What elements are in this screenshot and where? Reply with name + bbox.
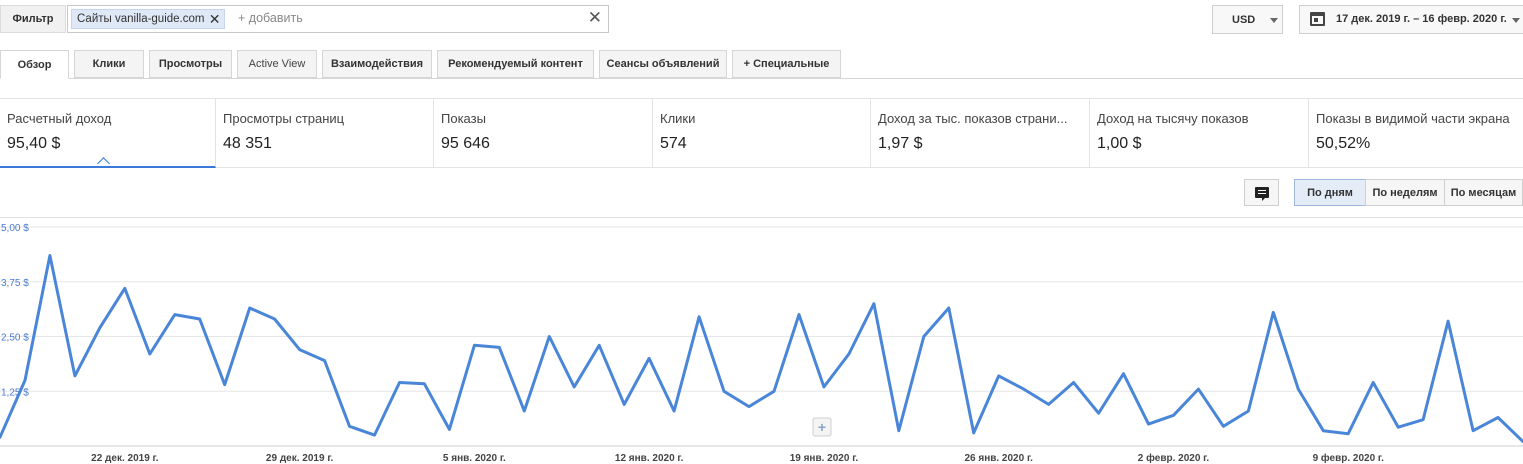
x-tick-label: 26 янв. 2020 г. xyxy=(964,453,1033,464)
tab-active-view[interactable]: Active View xyxy=(237,50,317,78)
granularity-week-button[interactable]: По неделям xyxy=(1365,179,1445,206)
date-range-picker[interactable]: 17 дек. 2019 г. – 16 февр. 2020 г. xyxy=(1299,5,1523,34)
plus-icon: + xyxy=(818,419,826,435)
tab-overview[interactable]: Обзор xyxy=(0,50,69,79)
y-axis: 5,00 $ 3,75 $ 2,50 $ 1,25 $ xyxy=(1,223,29,398)
scorecard-label: Показы xyxy=(441,111,486,126)
scorecard-viewability[interactable]: Показы в видимой части экрана 50,52% xyxy=(1309,99,1523,167)
top-bar: Фильтр Сайты vanilla-guide.com ✕ + добав… xyxy=(0,0,1523,38)
scorecard-value: 1,97 $ xyxy=(878,135,923,152)
date-range-label: 17 дек. 2019 г. – 16 февр. 2020 г. xyxy=(1336,13,1507,25)
y-tick-label: 5,00 $ xyxy=(1,223,29,234)
scorecard-label: Доход за тыс. показов страни... xyxy=(878,111,1068,126)
revenue-line-chart: 5,00 $ 3,75 $ 2,50 $ 1,25 $ 22 дек. 2019 г.… xyxy=(0,223,1523,464)
scorecard-label: Расчетный доход xyxy=(7,111,112,126)
series-line xyxy=(0,254,1523,444)
tab-interactions[interactable]: Взаимодействия xyxy=(322,50,432,78)
x-tick-label: 12 янв. 2020 г. xyxy=(615,453,684,464)
currency-value: USD xyxy=(1232,13,1256,26)
scorecard-page-views[interactable]: Просмотры страниц 48 351 xyxy=(216,99,434,167)
scorecard-label: Показы в видимой части экрана xyxy=(1316,111,1510,126)
tab-views[interactable]: Просмотры xyxy=(149,50,232,78)
scorecard-value: 95,40 $ xyxy=(7,135,61,152)
chevron-down-icon xyxy=(1270,18,1278,23)
x-tick-label: 19 янв. 2020 г. xyxy=(790,453,859,464)
scorecard-page-rpm[interactable]: Доход за тыс. показов страни... 1,97 $ xyxy=(871,99,1090,167)
granularity-month-button[interactable]: По месяцам xyxy=(1444,179,1523,206)
chart-grid xyxy=(0,226,1523,447)
tab-clicks[interactable]: Клики xyxy=(74,50,144,78)
chevron-down-icon xyxy=(1512,18,1520,23)
x-tick-label: 22 дек. 2019 г. xyxy=(91,453,159,464)
x-tick-label: 5 янв. 2020 г. xyxy=(443,453,506,464)
add-annotation-button[interactable]: + xyxy=(812,417,832,437)
scorecard-clicks[interactable]: Клики 574 xyxy=(653,99,871,167)
x-tick-label: 29 дек. 2019 г. xyxy=(266,453,334,464)
filter-chip[interactable]: Сайты vanilla-guide.com ✕ xyxy=(71,9,226,29)
tab-ad-sessions[interactable]: Сеансы объявлений xyxy=(599,50,727,78)
add-filter-placeholder[interactable]: + добавить xyxy=(238,11,303,25)
scorecard-value: 574 xyxy=(660,135,687,152)
y-tick-label: 2,50 $ xyxy=(1,333,29,344)
x-tick-label: 2 февр. 2020 г. xyxy=(1138,452,1210,464)
scorecard-impression-rpm[interactable]: Доход на тысячу показов 1,00 $ xyxy=(1090,99,1309,167)
close-icon[interactable]: ✕ xyxy=(209,10,221,28)
scorecard-label: Клики xyxy=(660,111,696,126)
granularity-day-button[interactable]: По дням xyxy=(1294,179,1366,206)
y-tick-label: 3,75 $ xyxy=(1,278,29,289)
clear-filter-icon[interactable]: ✕ xyxy=(588,8,602,28)
currency-select[interactable]: USD xyxy=(1212,5,1283,34)
scorecards: Расчетный доход 95,40 $ Просмотры страни… xyxy=(0,98,1523,168)
tab-recommended-content[interactable]: Рекомендуемый контент xyxy=(437,50,594,78)
x-axis: 22 дек. 2019 г. 29 дек. 2019 г. 5 янв. 202… xyxy=(91,452,1384,464)
scorecard-value: 50,52% xyxy=(1316,135,1371,152)
scorecard-value: 1,00 $ xyxy=(1097,135,1142,152)
filter-button[interactable]: Фильтр xyxy=(0,5,66,33)
scorecard-label: Доход на тысячу показов xyxy=(1097,111,1249,126)
scorecard-value: 95 646 xyxy=(441,135,490,152)
calendar-icon xyxy=(1310,12,1325,26)
filter-input[interactable]: Сайты vanilla-guide.com ✕ + добавить ✕ xyxy=(67,5,609,33)
report-tabs: Обзор Клики Просмотры Active View Взаимо… xyxy=(0,50,1523,79)
comment-icon xyxy=(1254,187,1269,201)
scorecard-value: 48 351 xyxy=(223,135,272,152)
scorecard-impressions[interactable]: Показы 95 646 xyxy=(434,99,653,167)
selected-indicator xyxy=(97,157,110,166)
scorecard-label: Просмотры страниц xyxy=(223,111,345,126)
filter-chip-label: Сайты vanilla-guide.com xyxy=(77,13,205,25)
annotations-button[interactable] xyxy=(1244,179,1279,206)
x-tick-label: 9 февр. 2020 г. xyxy=(1313,452,1385,464)
tab-custom[interactable]: + Специальные xyxy=(732,50,841,78)
y-tick-label: 1,25 $ xyxy=(1,387,29,398)
scorecard-estimated-revenue[interactable]: Расчетный доход 95,40 $ xyxy=(0,99,216,168)
